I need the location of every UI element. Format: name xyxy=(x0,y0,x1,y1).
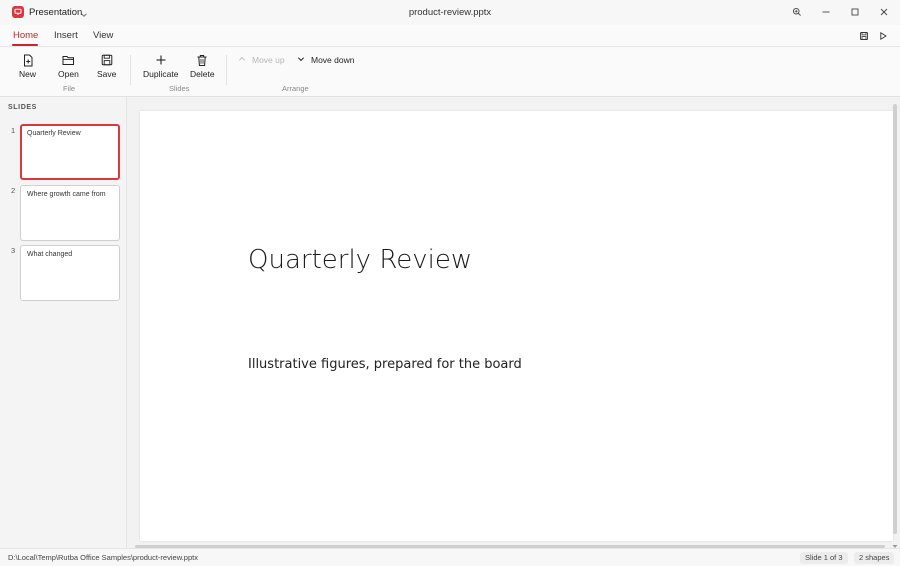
play-icon[interactable] xyxy=(876,29,890,43)
plus-icon xyxy=(153,53,169,67)
slides-panel-header: SLIDES xyxy=(8,104,37,111)
slide-thumbnail-title: What changed xyxy=(27,251,73,258)
slide-thumbnail-title: Where growth came from xyxy=(27,191,106,198)
presentation-icon[interactable] xyxy=(12,6,24,18)
slide-indicator: Slide 1 of 3 xyxy=(800,552,848,564)
tab-view[interactable]: View xyxy=(93,30,113,41)
move-up-label: Move up xyxy=(252,55,285,65)
chevron-up-icon xyxy=(238,55,246,65)
file-path: D:\Local\Temp\Rutba Office Samples\produ… xyxy=(8,553,198,562)
close-icon[interactable] xyxy=(873,4,895,20)
new-button[interactable]: New xyxy=(19,53,36,79)
app-name[interactable]: Presentation xyxy=(29,7,82,18)
delete-label: Delete xyxy=(190,69,215,79)
ribbon-tabs: Home Insert View xyxy=(0,25,900,47)
document-title: product-review.pptx xyxy=(408,7,492,18)
slide-canvas[interactable]: Quarterly Review Illustrative figures, p… xyxy=(140,111,893,541)
open-label: Open xyxy=(58,69,79,79)
active-tab-indicator xyxy=(12,44,38,46)
zoom-icon[interactable] xyxy=(786,4,808,20)
move-down-label: Move down xyxy=(311,55,355,65)
new-file-icon xyxy=(20,53,36,67)
chevron-down-icon[interactable] xyxy=(80,8,88,22)
trash-icon xyxy=(194,53,210,67)
new-label: New xyxy=(19,69,37,79)
minimize-icon[interactable] xyxy=(815,4,837,20)
slide-canvas-area[interactable]: Quarterly Review Illustrative figures, p… xyxy=(127,97,900,548)
slide-number: 1 xyxy=(11,126,16,135)
open-button[interactable]: Open xyxy=(58,53,79,79)
slide-number: 2 xyxy=(11,186,16,195)
slide-number: 3 xyxy=(11,246,16,255)
move-up-button[interactable]: Move up xyxy=(238,55,285,65)
slides-panel: SLIDES 1 Quarterly Review 2 Where growth… xyxy=(0,97,127,548)
slide-thumbnail-title: Quarterly Review xyxy=(27,130,81,137)
status-bar: D:\Local\Temp\Rutba Office Samples\produ… xyxy=(0,548,900,566)
slide-thumbnail-1[interactable]: Quarterly Review xyxy=(20,124,120,180)
chevron-down-icon xyxy=(297,55,305,65)
ribbon-separator xyxy=(130,55,131,85)
slide-subtitle-textbox[interactable]: Illustrative figures, prepared for the b… xyxy=(248,357,522,372)
file-group-label: File xyxy=(63,84,76,93)
shape-count: 2 shapes xyxy=(854,552,895,564)
delete-button[interactable]: Delete xyxy=(190,53,215,79)
folder-icon xyxy=(60,53,76,67)
tab-insert[interactable]: Insert xyxy=(54,30,78,41)
slide-title-textbox[interactable]: Quarterly Review xyxy=(248,245,472,275)
ribbon-separator xyxy=(226,55,227,85)
tab-home[interactable]: Home xyxy=(13,30,38,41)
save-label: Save xyxy=(97,69,117,79)
slide-thumbnail-3[interactable]: What changed xyxy=(20,245,120,301)
maximize-icon[interactable] xyxy=(844,4,866,20)
vertical-scrollbar[interactable] xyxy=(893,104,897,534)
arrange-group-label: Arrange xyxy=(282,84,309,93)
duplicate-button[interactable]: Duplicate xyxy=(143,53,178,79)
save-icon[interactable] xyxy=(857,29,871,43)
save-button[interactable]: Save xyxy=(97,53,116,79)
slide-thumbnail-2[interactable]: Where growth came from xyxy=(20,185,120,241)
title-bar: Presentation product-review.pptx xyxy=(0,0,900,25)
duplicate-label: Duplicate xyxy=(143,69,179,79)
move-down-button[interactable]: Move down xyxy=(297,55,354,65)
slides-group-label: Slides xyxy=(169,84,190,93)
ribbon: New Open Save File Duplicate Delete Slid… xyxy=(0,47,900,97)
save-file-icon xyxy=(99,53,115,67)
